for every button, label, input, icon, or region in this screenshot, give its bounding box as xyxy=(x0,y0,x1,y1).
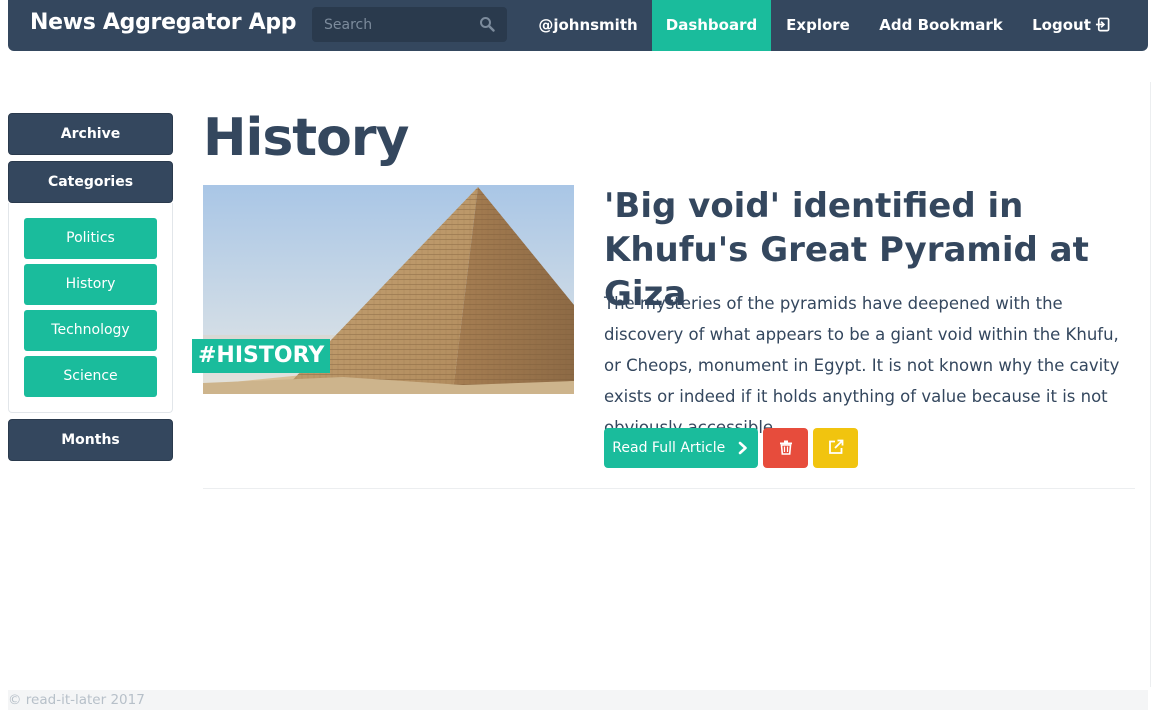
search-box xyxy=(312,7,507,42)
nav-user-profile[interactable]: @johnsmith xyxy=(536,0,640,51)
nav-add-bookmark[interactable]: Add Bookmark xyxy=(876,0,1006,51)
app-brand[interactable]: News Aggregator App xyxy=(30,10,297,35)
article-description: The mysteries of the pyramids have deepe… xyxy=(604,294,1120,437)
footer: © read-it-later 2017 xyxy=(8,690,1148,710)
search-icon[interactable] xyxy=(479,16,495,32)
logout-label: Logout xyxy=(1032,16,1091,34)
logout-icon xyxy=(1095,17,1110,32)
read-button-label: Read Full Article xyxy=(612,440,726,456)
content-border xyxy=(1150,82,1151,687)
page-title: History xyxy=(203,108,409,168)
category-science[interactable]: Science xyxy=(24,356,157,397)
nav-dashboard[interactable]: Dashboard xyxy=(652,0,771,51)
category-tag[interactable]: #HISTORY xyxy=(192,339,331,373)
category-technology[interactable]: Technology xyxy=(24,310,157,351)
sidebar-archive[interactable]: Archive xyxy=(8,113,173,155)
sidebar-months[interactable]: Months xyxy=(8,419,173,461)
article-divider xyxy=(203,488,1135,489)
sidebar: Archive Categories Politics History Tech… xyxy=(8,113,173,461)
trash-icon xyxy=(779,440,792,455)
external-link-icon xyxy=(828,439,843,454)
nav-explore[interactable]: Explore xyxy=(780,0,856,51)
open-external-button[interactable] xyxy=(813,428,858,468)
nav-logout[interactable]: Logout xyxy=(1026,0,1116,51)
delete-button[interactable] xyxy=(763,428,808,468)
read-full-article-button[interactable]: Read Full Article xyxy=(604,428,758,468)
category-politics[interactable]: Politics xyxy=(24,218,157,259)
category-history[interactable]: History xyxy=(24,264,157,305)
top-navbar: News Aggregator App @johnsmith Dashboard… xyxy=(8,0,1148,51)
search-input[interactable] xyxy=(312,7,477,42)
chevron-right-icon xyxy=(738,441,747,455)
sidebar-categories[interactable]: Categories xyxy=(8,161,173,203)
categories-panel: Politics History Technology Science xyxy=(8,203,173,413)
